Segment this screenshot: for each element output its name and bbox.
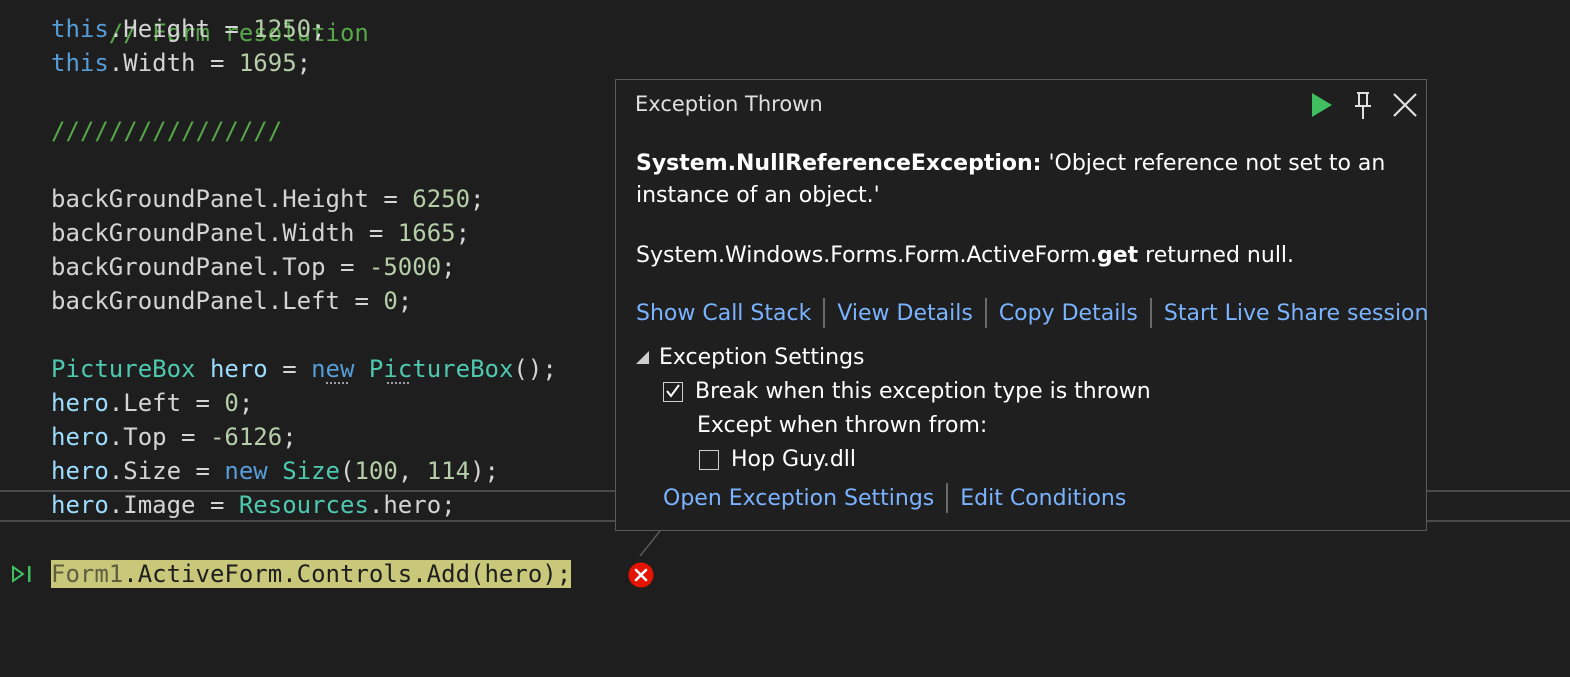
- code-line: PictureBox hero = new PictureBox();: [51, 355, 557, 383]
- code-line: ////////////////: [51, 117, 283, 145]
- suggestion-dots[interactable]: [387, 378, 409, 384]
- except-label-row: Except when thrown from:: [697, 413, 987, 438]
- copy-details-link[interactable]: Copy Details: [999, 301, 1138, 326]
- link-separator: [1149, 298, 1152, 328]
- start-live-share-link[interactable]: Start Live Share session: [1164, 301, 1429, 326]
- execution-pointer-icon[interactable]: [10, 563, 34, 585]
- code-line: backGroundPanel.Height = 6250;: [51, 185, 485, 213]
- link-separator: [946, 483, 949, 513]
- show-call-stack-link[interactable]: Show Call Stack: [636, 301, 811, 326]
- except-label: Except when thrown from:: [697, 413, 988, 438]
- continue-button[interactable]: [1306, 90, 1336, 120]
- code-line: this.Height = 1250;: [51, 15, 326, 43]
- action-links: Show Call Stack View Details Copy Detail…: [636, 298, 1428, 328]
- code-editor[interactable]: // Form resolution this.Height = 1250; t…: [0, 0, 1570, 677]
- popup-pointer: [638, 530, 667, 556]
- exception-message: System.NullReferenceException: 'Object r…: [636, 148, 1396, 212]
- exception-settings-toggle[interactable]: Exception Settings: [636, 345, 865, 370]
- module-label: Hop Guy.dll: [731, 447, 857, 472]
- collapse-triangle-icon: [636, 351, 649, 364]
- exception-type: System.NullReferenceException:: [636, 151, 1042, 176]
- view-details-link[interactable]: View Details: [837, 301, 972, 326]
- close-button[interactable]: [1390, 90, 1420, 120]
- current-statement-highlight: Form1.ActiveForm.Controls.Add(hero);: [51, 560, 572, 588]
- link-separator: [823, 298, 826, 328]
- code-line: hero.Left = 0;: [51, 389, 254, 417]
- popup-title: Exception Thrown: [635, 92, 823, 116]
- open-exception-settings-link[interactable]: Open Exception Settings: [663, 486, 934, 511]
- break-label: Break when this exception type is thrown: [695, 379, 1151, 404]
- code-line: hero.Top = -6126;: [51, 423, 297, 451]
- break-checkbox[interactable]: [663, 381, 683, 402]
- edit-conditions-link[interactable]: Edit Conditions: [960, 486, 1126, 511]
- code-line: backGroundPanel.Left = 0;: [51, 287, 413, 315]
- code-line: hero.Size = new Size(100, 114);: [51, 457, 499, 485]
- pin-button[interactable]: [1348, 90, 1378, 120]
- link-separator: [984, 298, 987, 328]
- break-option: Break when this exception type is thrown: [663, 379, 1151, 404]
- exception-detail: System.Windows.Forms.Form.ActiveForm.get…: [636, 243, 1295, 268]
- module-option: Hop Guy.dll: [699, 447, 856, 472]
- play-icon: [1312, 93, 1332, 117]
- current-statement: Form1.ActiveForm.Controls.Add(hero);: [51, 557, 572, 591]
- exception-popup: Exception Thrown System.NullReferenceExc…: [615, 79, 1428, 531]
- settings-links: Open Exception Settings Edit Conditions: [663, 483, 1126, 513]
- checkmark-icon: [666, 383, 680, 398]
- pin-icon: [1355, 92, 1371, 119]
- close-icon: [1393, 93, 1417, 117]
- module-checkbox[interactable]: [699, 449, 719, 470]
- code-line: backGroundPanel.Top = -5000;: [51, 253, 456, 281]
- code-line: this.Width = 1695;: [51, 49, 312, 77]
- suggestion-dots[interactable]: [326, 378, 348, 384]
- code-line: hero.Image = Resources.hero;: [51, 491, 456, 519]
- error-icon: [628, 562, 654, 588]
- code-line: backGroundPanel.Width = 1665;: [51, 219, 471, 247]
- exception-settings-label: Exception Settings: [659, 345, 865, 370]
